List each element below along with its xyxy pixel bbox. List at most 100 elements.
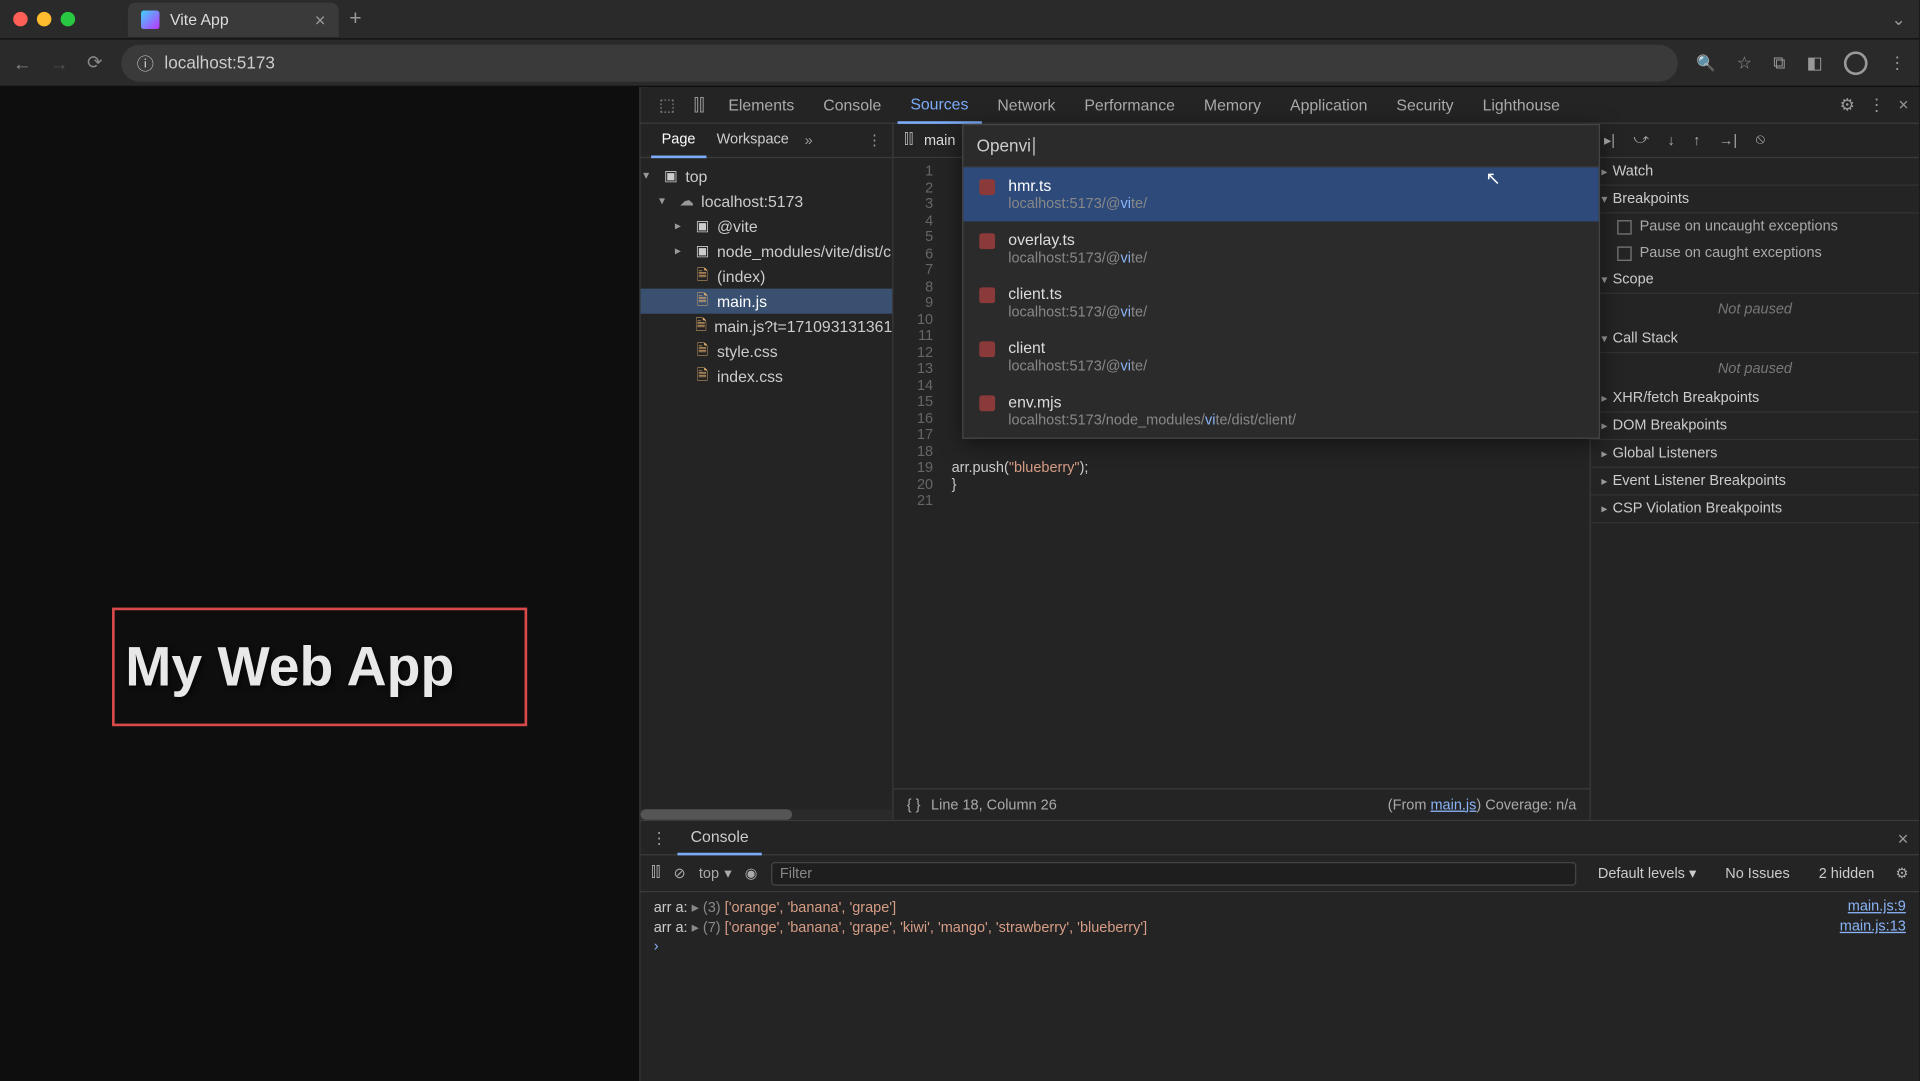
close-drawer-icon[interactable]: × xyxy=(1898,827,1909,848)
navigator-tab-workspace[interactable]: Workspace xyxy=(706,123,799,157)
zoom-icon[interactable]: 🔍 xyxy=(1696,53,1716,71)
window-minimize[interactable] xyxy=(37,12,51,26)
navigator-menu-icon[interactable]: ⋮ xyxy=(867,132,881,149)
settings-icon[interactable]: ⚙ xyxy=(1840,94,1855,115)
console-message[interactable]: arr a: ▸ (3) ['orange', 'banana', 'grape… xyxy=(641,898,1919,918)
open-file-tab[interactable]: main xyxy=(924,132,955,148)
tree-file: main.js?t=171093131361 xyxy=(714,317,892,335)
extensions-icon[interactable]: ⧉ xyxy=(1773,52,1785,73)
console-context-selector[interactable]: top▾ xyxy=(699,865,732,882)
command-menu-input[interactable]: Open vi xyxy=(963,125,1598,167)
tab-performance[interactable]: Performance xyxy=(1071,86,1188,123)
message-source-link[interactable]: main.js:9 xyxy=(1848,899,1906,916)
pause-caught-checkbox[interactable]: Pause on caught exceptions xyxy=(1591,240,1919,266)
window-maximize[interactable] xyxy=(61,12,75,26)
back-button[interactable]: ← xyxy=(13,52,31,73)
new-tab-button[interactable]: + xyxy=(349,7,361,31)
pretty-print-icon[interactable]: { } xyxy=(907,797,921,813)
console-settings-icon[interactable]: ⚙ xyxy=(1895,865,1908,882)
file-icon xyxy=(979,179,995,195)
callstack-section[interactable]: ▾Call Stack xyxy=(1591,326,1919,354)
menu-icon[interactable]: ⋮ xyxy=(1889,52,1906,73)
close-tab-icon[interactable]: × xyxy=(315,9,326,30)
line-gutter: 123456789101112131415161718192021 xyxy=(894,158,941,788)
command-menu-item[interactable]: hmr.tslocalhost:5173/@vite/ xyxy=(963,167,1598,221)
issues-button[interactable]: No Issues xyxy=(1717,863,1797,884)
close-devtools-icon[interactable]: × xyxy=(1898,95,1908,115)
event-bp-section[interactable]: ▸Event Listener Breakpoints xyxy=(1591,468,1919,496)
deactivate-bp-icon[interactable]: ⦸ xyxy=(1756,132,1765,149)
tree-host: localhost:5173 xyxy=(701,192,803,210)
console-sidebar-icon[interactable]: ⫿⫿ xyxy=(651,865,660,882)
step-over-icon[interactable]: ⤻ xyxy=(1634,132,1650,149)
drawer-tab-console[interactable]: Console xyxy=(677,820,761,854)
tab-elements[interactable]: Elements xyxy=(715,86,807,123)
debugger-toolbar: ▸| ⤻ ↓ ↑ →| ⦸ xyxy=(1591,124,1919,158)
navigator-more-tabs[interactable]: » xyxy=(805,132,813,148)
vite-favicon xyxy=(141,10,159,28)
tab-console[interactable]: Console xyxy=(810,86,894,123)
message-source-link[interactable]: main.js:13 xyxy=(1840,919,1906,936)
tab-title: Vite App xyxy=(170,10,229,28)
tab-network[interactable]: Network xyxy=(984,86,1068,123)
url-text: localhost:5173 xyxy=(164,53,275,73)
profile-icon[interactable] xyxy=(1844,51,1868,75)
file-icon xyxy=(979,395,995,411)
navigator-scrollbar[interactable] xyxy=(641,809,893,820)
navigator-tab-page[interactable]: Page xyxy=(651,123,706,157)
global-listeners-section[interactable]: ▸Global Listeners xyxy=(1591,440,1919,468)
command-menu-item[interactable]: env.mjslocalhost:5173/node_modules/vite/… xyxy=(963,384,1598,438)
tree-folder-vite: @vite xyxy=(717,217,758,235)
step-into-icon[interactable]: ↓ xyxy=(1667,132,1674,148)
command-menu-item[interactable]: clientlocalhost:5173/@vite/ xyxy=(963,330,1598,384)
toggle-navigator-icon[interactable]: ⫿⫿ xyxy=(904,132,913,149)
step-icon[interactable]: →| xyxy=(1719,132,1737,148)
console-filter-input[interactable]: Filter xyxy=(771,861,1577,885)
tree-file: (index) xyxy=(717,267,765,285)
clear-console-icon[interactable]: ⊘ xyxy=(674,865,686,882)
reload-button[interactable]: ⟳ xyxy=(87,51,102,73)
sidepanel-icon[interactable]: ◧ xyxy=(1807,52,1823,73)
device-toolbar-icon[interactable]: ⫿⫿ xyxy=(686,94,713,115)
tab-security[interactable]: Security xyxy=(1383,86,1467,123)
page-viewport: My Web App xyxy=(0,87,639,1081)
xhr-bp-section[interactable]: ▸XHR/fetch Breakpoints xyxy=(1591,385,1919,413)
watch-section[interactable]: ▸Watch xyxy=(1591,158,1919,186)
source-link[interactable]: main.js xyxy=(1430,797,1476,813)
page-heading: My Web App xyxy=(125,635,454,698)
tree-top: top xyxy=(685,167,707,185)
drawer-menu-icon[interactable]: ⋮ xyxy=(651,828,667,846)
console-output[interactable]: arr a: ▸ (3) ['orange', 'banana', 'grape… xyxy=(641,892,1919,1080)
site-info-icon[interactable]: ⓘ xyxy=(137,50,154,75)
bookmark-icon[interactable]: ☆ xyxy=(1737,52,1752,73)
live-expression-icon[interactable]: ◉ xyxy=(745,865,758,882)
browser-tab[interactable]: Vite App × xyxy=(128,2,339,36)
csp-bp-section[interactable]: ▸CSP Violation Breakpoints xyxy=(1591,496,1919,524)
command-menu-item[interactable]: client.tslocalhost:5173/@vite/ xyxy=(963,275,1598,329)
forward-button[interactable]: → xyxy=(50,52,68,73)
file-icon xyxy=(979,287,995,303)
scope-section[interactable]: ▾Scope xyxy=(1591,266,1919,294)
pause-uncaught-checkbox[interactable]: Pause on uncaught exceptions xyxy=(1591,214,1919,240)
command-menu-item[interactable]: overlay.tslocalhost:5173/@vite/ xyxy=(963,221,1598,275)
step-out-icon[interactable]: ↑ xyxy=(1693,132,1700,148)
tab-lighthouse[interactable]: Lighthouse xyxy=(1469,86,1573,123)
inspected-element-highlight: My Web App xyxy=(112,608,527,727)
tab-sources[interactable]: Sources xyxy=(897,86,981,123)
resume-icon[interactable]: ▸| xyxy=(1604,132,1615,149)
console-prompt[interactable]: › xyxy=(641,937,1919,955)
inspect-element-icon[interactable]: ⬚ xyxy=(651,94,683,115)
hidden-count[interactable]: 2 hidden xyxy=(1811,863,1882,884)
console-message[interactable]: arr a: ▸ (7) ['orange', 'banana', 'grape… xyxy=(641,917,1919,937)
tab-application[interactable]: Application xyxy=(1277,86,1381,123)
chevron-down-icon[interactable]: ⌄ xyxy=(1891,9,1905,30)
log-levels-selector[interactable]: Default levels ▾ xyxy=(1590,862,1704,884)
breakpoints-section[interactable]: ▾Breakpoints xyxy=(1591,186,1919,214)
tab-memory[interactable]: Memory xyxy=(1191,86,1274,123)
window-close[interactable] xyxy=(13,12,27,26)
dom-bp-section[interactable]: ▸DOM Breakpoints xyxy=(1591,413,1919,441)
address-bar[interactable]: ⓘ localhost:5173 xyxy=(121,44,1678,81)
callstack-empty: Not paused xyxy=(1591,353,1919,385)
file-tree[interactable]: ▾▣top ▾☁localhost:5173 ▸▣@vite ▸▣node_mo… xyxy=(641,158,893,809)
more-icon[interactable]: ⋮ xyxy=(1868,94,1885,115)
